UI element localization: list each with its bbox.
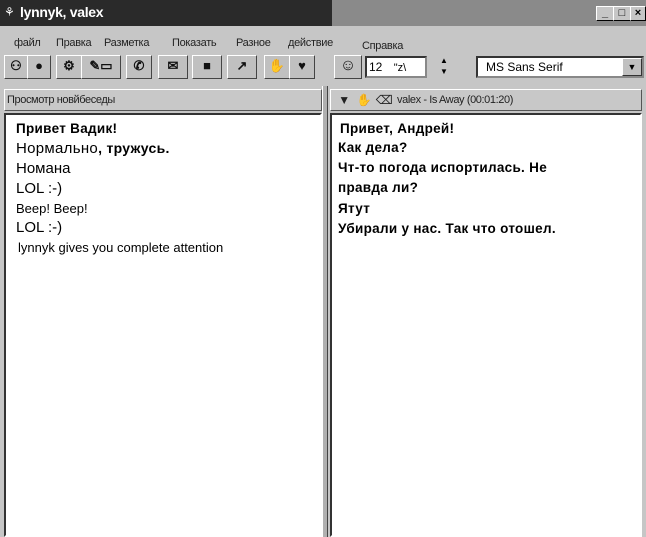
record-icon[interactable]: ● bbox=[27, 55, 51, 79]
chat-line: Привет, Андрей! bbox=[340, 121, 455, 136]
chat-line: Чт-то погода испортилась. Не bbox=[338, 160, 548, 175]
heart-icon[interactable]: ♥ bbox=[289, 55, 315, 79]
chat-line: LOL :-) bbox=[16, 219, 63, 236]
maximize-button[interactable]: □ bbox=[613, 6, 631, 21]
window-title: lynnyk, valex bbox=[20, 4, 104, 20]
menu-misc[interactable]: Разное bbox=[236, 37, 271, 49]
toolbar: ⚇ ● ⚙ ✎▭ ✆ ✉ ■ ↗ ✋ ♥ ☺ 12 "z\ ▲ ▼ MS San… bbox=[0, 51, 646, 83]
mail-icon[interactable]: ✉ bbox=[158, 55, 188, 79]
chat-line: Beep! Beep! bbox=[16, 201, 88, 216]
menu-view[interactable]: Показать bbox=[172, 37, 217, 49]
eraser-icon[interactable]: ⌫ bbox=[375, 92, 393, 108]
minimize-button[interactable]: _ bbox=[596, 6, 614, 21]
chat-text: Нормально bbox=[16, 140, 99, 157]
pane-splitter[interactable] bbox=[322, 86, 328, 537]
away-icon[interactable]: ↗ bbox=[227, 55, 257, 79]
spin-down-icon[interactable]: ▼ bbox=[436, 67, 452, 77]
menu-file[interactable]: файл bbox=[14, 37, 41, 49]
chat-line: LOL :-) bbox=[16, 180, 63, 197]
menu-layout[interactable]: Разметка bbox=[104, 37, 149, 49]
smiley-icon[interactable]: ☺ bbox=[334, 55, 362, 79]
font-size-field[interactable]: 12 "z\ bbox=[365, 56, 427, 78]
chat-line: Нормально, тружусь. bbox=[16, 140, 170, 157]
chat-line: Привет Вадик! bbox=[16, 121, 118, 136]
remote-message-view[interactable]: Привет, Андрей! Как дела? Чт-то погода и… bbox=[330, 113, 642, 537]
right-pane-header: ▼ ✋ ⌫ valex - Is Away (00:01:20) bbox=[330, 89, 642, 111]
font-size-value: 12 bbox=[369, 60, 383, 74]
wave-icon[interactable]: ✋ bbox=[264, 55, 290, 79]
left-pane-header: Просмотр новйбеседы bbox=[4, 89, 322, 111]
dial-icon[interactable]: ✆ bbox=[126, 55, 152, 79]
status-text: valex - Is Away (00:01:20) bbox=[397, 94, 513, 106]
connect-icon[interactable]: ⚇ bbox=[4, 55, 28, 79]
chat-line: Ятут bbox=[338, 201, 371, 216]
chat-line: lynnyk gives you complete attention bbox=[18, 240, 224, 255]
wave-icon[interactable]: ✋ bbox=[355, 92, 373, 108]
settings-icon[interactable]: ⚙ bbox=[56, 55, 82, 79]
font-name-select[interactable]: MS Sans Serif bbox=[476, 56, 644, 78]
chat-line: Номана bbox=[16, 160, 71, 177]
close-button[interactable]: × bbox=[630, 6, 646, 21]
chat-line: Убирали у нас. Так что отошел. bbox=[338, 221, 556, 236]
chat-line: правда ли? bbox=[338, 180, 419, 195]
chat-text: , тружусь. bbox=[98, 140, 170, 156]
dropdown-icon[interactable]: ▼ bbox=[335, 92, 353, 108]
conversation-view[interactable]: Привет Вадик! Нормально, тружусь. Номана… bbox=[4, 113, 322, 537]
chevron-down-icon[interactable]: ▼ bbox=[622, 58, 642, 76]
chat-line: Как дела? bbox=[338, 140, 408, 155]
menu-bar: файл Правка Разметка Показать Разное дей… bbox=[0, 27, 646, 52]
window-icon[interactable]: ■ bbox=[192, 55, 222, 79]
spin-up-icon[interactable]: ▲ bbox=[436, 56, 452, 66]
menu-action[interactable]: действие bbox=[288, 37, 333, 49]
edit-icon[interactable]: ✎▭ bbox=[81, 55, 121, 79]
menu-edit[interactable]: Правка bbox=[56, 37, 92, 49]
font-size-suffix: "z\ bbox=[393, 62, 407, 74]
app-icon: ⚘ bbox=[4, 5, 15, 19]
